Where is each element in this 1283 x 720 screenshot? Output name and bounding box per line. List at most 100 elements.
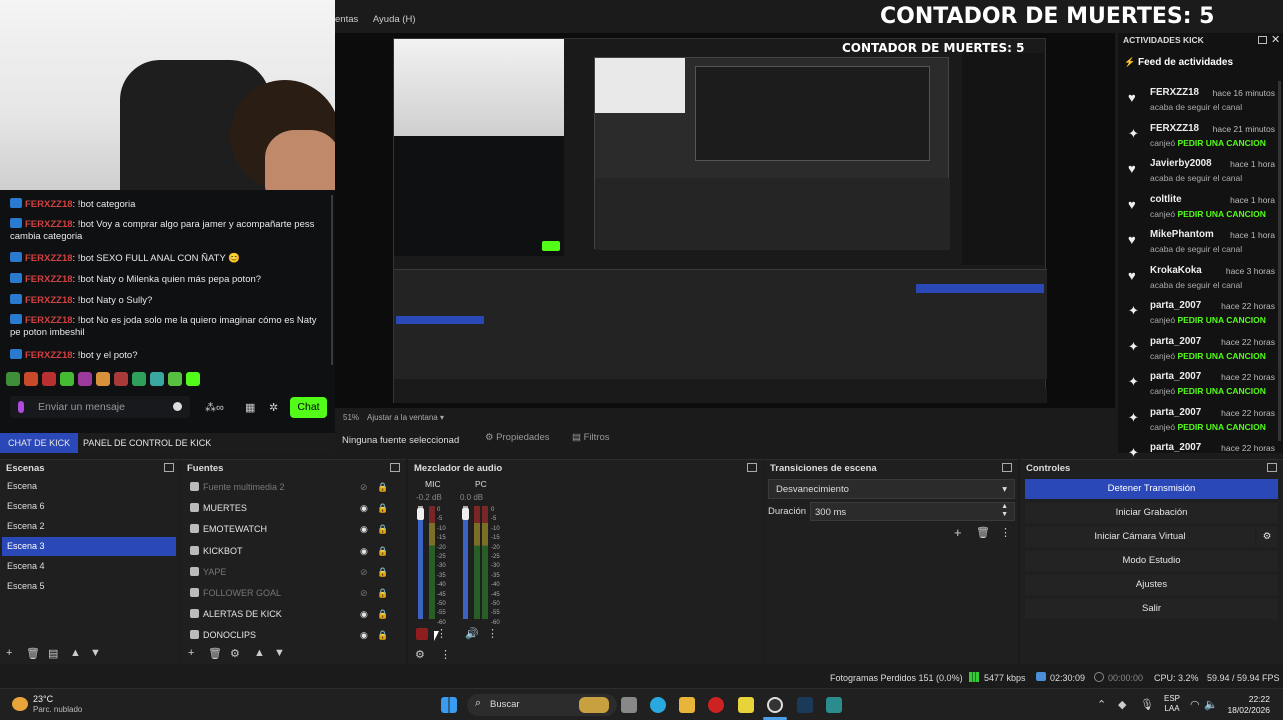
dock-float-icon[interactable] [747,463,757,472]
move-down-icon[interactable]: ▼ [90,647,101,659]
close-icon[interactable]: ✕ [1271,33,1280,46]
source-item[interactable]: DONOCLIPS ◉ 🔒 [190,625,390,645]
lock-icon[interactable]: 🔒 [377,625,388,645]
eye-icon[interactable]: ◉ [360,541,368,561]
move-up-icon[interactable]: ▲ [254,647,265,659]
dock-float-icon[interactable] [1002,463,1012,472]
task-view-icon[interactable] [621,697,637,713]
weather-desc[interactable]: Parc. nublado [33,705,82,714]
scene-item[interactable]: Escena 3 [2,537,176,556]
mic-muted-icon[interactable] [416,628,428,640]
lock-icon[interactable]: 🔒 [377,604,388,624]
transition-type-select[interactable]: Desvanecimiento ▾ [768,479,1015,499]
emote-icon[interactable] [132,372,146,386]
virtual-camera-settings-icon[interactable]: ⚙ [1257,527,1277,547]
taskbar-search[interactable]: ⌕ Buscar [467,694,617,716]
activity-scrollbar[interactable] [1278,81,1281,441]
eye-icon[interactable]: ◉ [360,498,368,518]
emote-icon[interactable] [96,372,110,386]
exit-button[interactable]: Salir [1025,599,1278,619]
eye-hidden-icon[interactable]: ⊘ [360,477,368,497]
scene-item[interactable]: Escena 5 [2,577,176,596]
move-down-icon[interactable]: ▼ [274,647,285,659]
mixer-menu-icon[interactable]: ⋮ [440,648,451,661]
eye-hidden-icon[interactable]: ⊘ [360,583,368,603]
pc-menu-icon[interactable]: ⋮ [487,627,498,640]
settings-button[interactable]: Ajustes [1025,575,1278,595]
eye-icon[interactable]: ◉ [360,625,368,645]
stop-streaming-button[interactable]: Detener Transmisión [1025,479,1278,499]
source-item[interactable]: ALERTAS DE KICK ◉ 🔒 [190,604,390,624]
lock-icon[interactable]: 🔒 [377,583,388,603]
link-icon[interactable]: ⁂∞ [205,401,224,414]
volume-icon[interactable]: 🔈 [1204,698,1218,711]
emoji-icon[interactable] [173,402,182,411]
chat-message-input[interactable]: Enviar un mensaje [10,396,190,418]
tab-chat-de-kick[interactable]: CHAT DE KICK [0,433,79,453]
gear-icon[interactable]: ✲ [269,401,278,414]
source-item[interactable]: MUERTES ◉ 🔒 [190,498,390,518]
send-chat-button[interactable]: Chat [290,397,327,418]
lock-icon[interactable]: 🔒 [377,498,388,518]
filter-icon[interactable]: ▤ [48,647,58,660]
properties-button[interactable]: ⚙ Propiedades [485,432,550,443]
trash-icon[interactable]: 🗑 [976,526,990,539]
trash-icon[interactable]: 🗑 [208,647,222,660]
lock-icon[interactable]: 🔒 [377,541,388,561]
lock-icon[interactable]: 🔒 [377,562,388,582]
microphone-tray-icon[interactable]: 🎙 [1140,698,1154,711]
speaker-icon[interactable]: 🔊 [465,627,479,640]
duration-input[interactable]: 300 ms ▲ ▼ [810,502,1015,521]
emote-icon[interactable] [24,372,38,386]
start-virtual-camera-button[interactable]: Iniciar Cámara Virtual [1025,527,1255,547]
source-item[interactable]: YAPE ⊘ 🔒 [190,562,390,582]
lock-icon[interactable]: 🔒 [377,477,388,497]
file-explorer-icon[interactable] [679,697,695,713]
tab-panel-de-control[interactable]: PANEL DE CONTROL DE KICK [75,433,219,453]
scene-item[interactable]: Escena 4 [2,557,176,576]
emote-icon[interactable] [42,372,56,386]
dock-float-icon[interactable] [164,463,174,472]
filters-button[interactable]: ▤ Filtros [572,432,610,443]
eye-icon[interactable]: ◉ [360,604,368,624]
scene-item[interactable]: Escena 2 [2,517,176,536]
opera-icon[interactable] [708,697,724,713]
pc-volume-slider[interactable] [463,506,468,619]
source-item[interactable]: EMOTEWATCH ◉ 🔒 [190,519,390,539]
gear-icon[interactable]: ⚙ [230,647,240,660]
emote-icon[interactable] [168,372,182,386]
add-icon[interactable]: + [6,647,12,659]
windows-start-icon[interactable] [441,697,457,713]
language-indicator[interactable]: ESP LAA [1164,694,1180,714]
obs-icon[interactable] [767,697,783,713]
move-up-icon[interactable]: ▲ [70,647,81,659]
weather-temp[interactable]: 23°C [33,694,53,704]
add-icon[interactable]: + [188,647,194,659]
start-recording-button[interactable]: Iniciar Grabación [1025,503,1278,523]
menu-item-ayuda[interactable]: Ayuda (H) [373,14,416,25]
network-tray-icon[interactable]: ◆ [1118,698,1126,711]
mic-icon[interactable] [18,401,24,413]
chevron-up-icon[interactable]: ⌃ [1097,698,1106,711]
emote-icon[interactable] [60,372,74,386]
clock[interactable]: 22:22 18/02/2026 [1222,694,1270,716]
studio-mode-button[interactable]: Modo Estudio [1025,551,1278,571]
pc-slider-handle[interactable] [462,508,469,520]
source-item[interactable]: Fuente multimedia 2 ⊘ 🔒 [190,477,390,497]
weather-icon[interactable] [12,697,28,711]
app-icon[interactable] [826,697,842,713]
wifi-icon[interactable]: ◠ [1190,698,1200,711]
zoom-fit-select[interactable]: Ajustar a la ventana ▾ [367,413,444,422]
scene-item[interactable]: Escena 6 [2,497,176,516]
steam-icon[interactable] [797,697,813,713]
mixer-settings-icon[interactable]: ⚙ [415,648,425,661]
zoom-level[interactable]: 51% [343,413,359,422]
scene-item[interactable]: Escena [2,477,176,496]
add-icon[interactable]: + [954,525,962,540]
stepper-icon[interactable]: ▲ ▼ [1001,503,1008,519]
chat-scrollbar[interactable] [331,195,333,365]
mic-volume-slider[interactable] [418,506,423,619]
emote-icon[interactable] [114,372,128,386]
dock-float-icon[interactable] [390,463,400,472]
eye-hidden-icon[interactable]: ⊘ [360,562,368,582]
